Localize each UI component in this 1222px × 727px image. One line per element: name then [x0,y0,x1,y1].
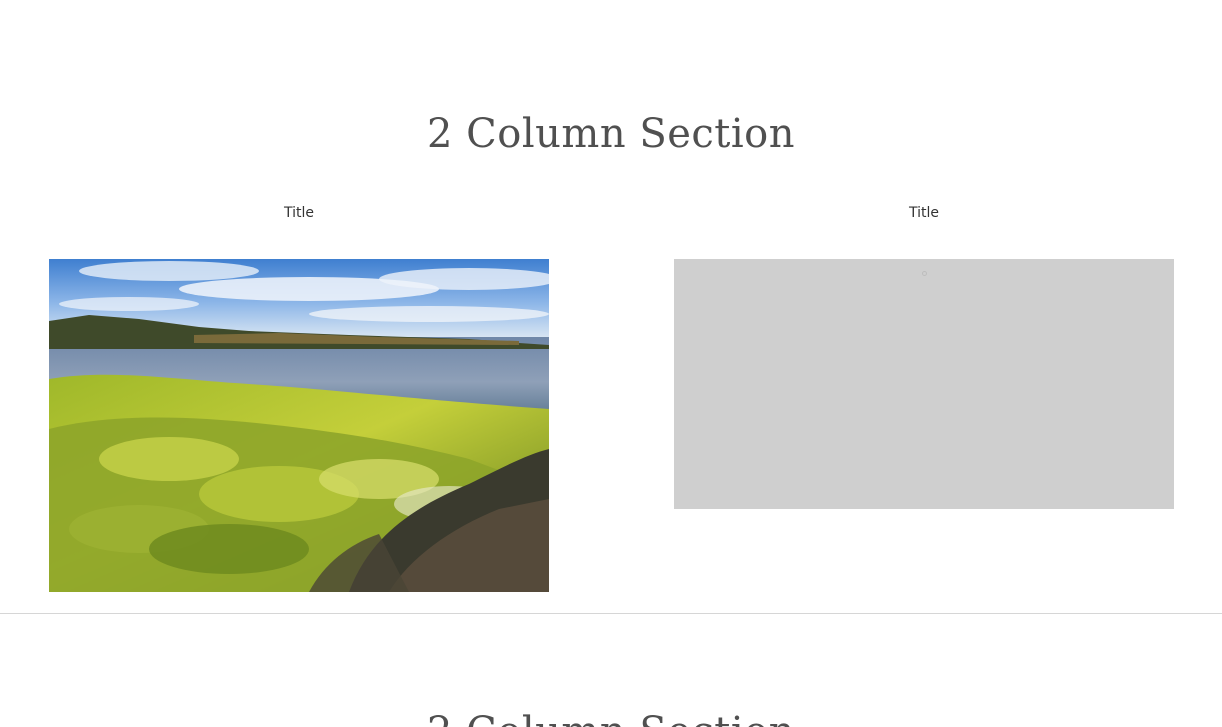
section-heading-next: 2 Column Section [0,706,1222,727]
marsh-photo [49,259,549,592]
column-placeholder-wrapper [674,259,1174,509]
column-title: Title [908,205,939,221]
column-image-wrapper [49,259,549,592]
section-heading: 2 Column Section [427,111,795,157]
image-placeholder [674,259,1174,509]
column-left: Title [49,200,549,592]
section-divider [0,613,1222,614]
loading-indicator-icon [922,271,927,276]
column-title: Title [283,205,314,221]
column-right: Title [674,200,1174,509]
